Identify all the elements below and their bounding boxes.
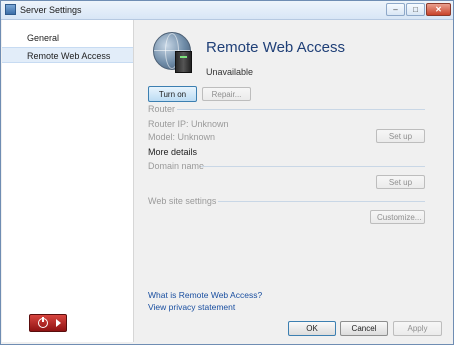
maximize-button[interactable]: □ [406, 3, 425, 16]
web-settings-section-label: Web site settings [148, 196, 217, 206]
window-title: Server Settings [20, 5, 82, 15]
page-title: Remote Web Access [206, 39, 345, 56]
domain-divider [201, 166, 425, 167]
domain-setup-button[interactable]: Set up [376, 175, 425, 189]
power-icon [38, 317, 48, 328]
server-settings-window: Server Settings – □ ✕ General Remote Web… [0, 0, 454, 345]
repair-button[interactable]: Repair... [202, 87, 251, 101]
title-bar[interactable]: Server Settings – □ ✕ [1, 1, 453, 20]
arrow-right-icon [56, 319, 61, 327]
router-section-label: Router [148, 104, 176, 114]
router-ip-text: Router IP: Unknown [148, 119, 229, 129]
status-text: Unavailable [206, 67, 254, 77]
settings-sidebar: General Remote Web Access [2, 20, 134, 342]
cancel-button[interactable]: Cancel [340, 321, 388, 336]
server-settings-app-icon [5, 4, 16, 15]
router-divider [177, 109, 425, 110]
customize-button[interactable]: Customize... [370, 210, 425, 224]
minimize-button[interactable]: – [386, 3, 405, 16]
web-settings-divider [218, 201, 425, 202]
domain-section-label: Domain name [148, 161, 205, 171]
apply-button[interactable]: Apply [393, 321, 442, 336]
more-details-text[interactable]: More details [148, 147, 197, 157]
close-button[interactable]: ✕ [426, 3, 451, 16]
sidebar-item-remote-web-access[interactable]: Remote Web Access [2, 47, 133, 63]
router-model-text: Model: Unknown [148, 132, 216, 142]
turn-on-button[interactable]: Turn on [148, 86, 197, 102]
server-icon [175, 51, 192, 73]
privacy-statement-link[interactable]: View privacy statement [148, 302, 235, 312]
router-setup-button[interactable]: Set up [376, 129, 425, 143]
what-is-rwa-link[interactable]: What is Remote Web Access? [148, 290, 262, 300]
sidebar-item-general[interactable]: General [2, 30, 133, 46]
power-options-button[interactable] [29, 314, 67, 332]
ok-button[interactable]: OK [288, 321, 336, 336]
